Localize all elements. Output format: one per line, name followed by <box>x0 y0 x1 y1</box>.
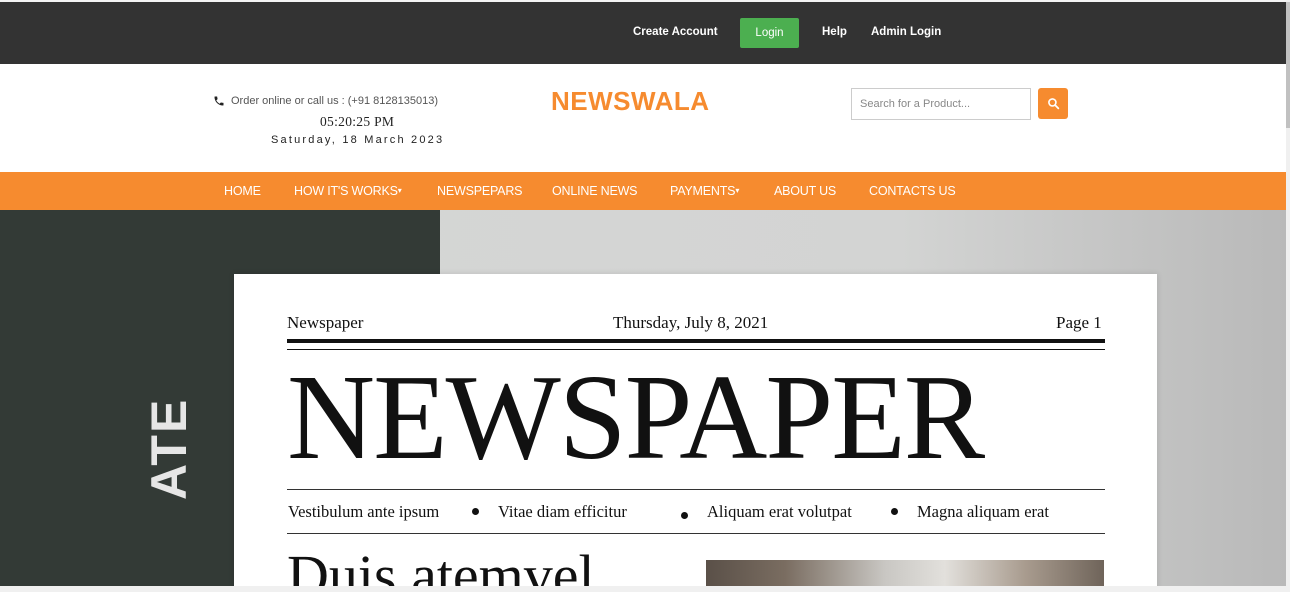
paper-left-label: Newspaper <box>287 313 364 332</box>
nav-home[interactable]: HOME <box>224 184 261 198</box>
product-search-input[interactable] <box>851 88 1031 120</box>
nav-online-news[interactable]: ONLINE NEWS <box>552 184 638 198</box>
horizontal-scrollbar[interactable] <box>0 586 1290 592</box>
nav-about-us[interactable]: ABOUT US <box>774 184 836 198</box>
paper-subhead: Aliquam erat volutpat <box>707 502 852 521</box>
current-date: Saturday, 18 March 2023 <box>271 134 445 146</box>
paper-rule <box>287 339 1105 343</box>
nav-newspapers[interactable]: NEWSPEPARS <box>437 184 522 198</box>
create-account-link[interactable]: Create Account <box>633 26 718 38</box>
caret-down-icon: ▾ <box>397 186 402 195</box>
bullet-dot <box>891 508 898 515</box>
hero-banner: ATE Newspaper Thursday, July 8, 2021 Pag… <box>0 210 1286 586</box>
paper-headline: Duis atemvel <box>287 543 595 587</box>
bullet-dot <box>681 512 688 519</box>
site-logo[interactable]: NEWSWALA <box>551 86 710 117</box>
search-icon <box>1047 98 1059 110</box>
nav-how-it-works-label: HOW IT'S WORKS <box>294 184 398 198</box>
paper-page: Page 1 <box>1056 313 1102 332</box>
main-nav: HOME HOW IT'S WORKS▾ NEWSPEPARS ONLINE N… <box>0 172 1286 210</box>
newspaper-image: Newspaper Thursday, July 8, 2021 Page 1 … <box>234 274 1157 586</box>
contact-info: Order online or call us : (+91 812813501… <box>213 95 438 107</box>
paper-photo <box>706 560 1104 586</box>
search-button[interactable] <box>1038 88 1068 119</box>
hero-vertical-text: ATE <box>141 397 197 500</box>
paper-masthead: NEWSPAPER <box>287 350 985 485</box>
paper-subhead: Magna aliquam erat <box>917 502 1049 521</box>
nav-how-it-works[interactable]: HOW IT'S WORKS▾ <box>294 184 402 198</box>
paper-date: Thursday, July 8, 2021 <box>613 313 769 332</box>
paper-subhead: Vitae diam efficitur <box>498 502 627 521</box>
contact-text: Order online or call us : (+91 812813501… <box>231 95 438 107</box>
nav-payments-label: PAYMENTS <box>670 184 736 198</box>
paper-rule <box>287 533 1105 534</box>
site-header: Order online or call us : (+91 812813501… <box>0 64 1286 172</box>
nav-contact-us[interactable]: CONTACTS US <box>869 184 956 198</box>
login-button[interactable]: Login <box>740 18 799 48</box>
help-link[interactable]: Help <box>822 26 847 38</box>
current-time: 05:20:25 PM <box>320 114 395 129</box>
caret-down-icon: ▾ <box>735 186 740 195</box>
phone-icon <box>214 96 224 106</box>
top-bar: Create Account Login Help Admin Login <box>0 0 1286 64</box>
scrollbar-thumb[interactable] <box>1286 2 1290 128</box>
paper-rule <box>287 489 1105 490</box>
bullet-dot <box>472 508 479 515</box>
nav-payments[interactable]: PAYMENTS▾ <box>670 184 739 198</box>
admin-login-link[interactable]: Admin Login <box>871 26 941 38</box>
paper-subhead: Vestibulum ante ipsum <box>288 502 440 521</box>
